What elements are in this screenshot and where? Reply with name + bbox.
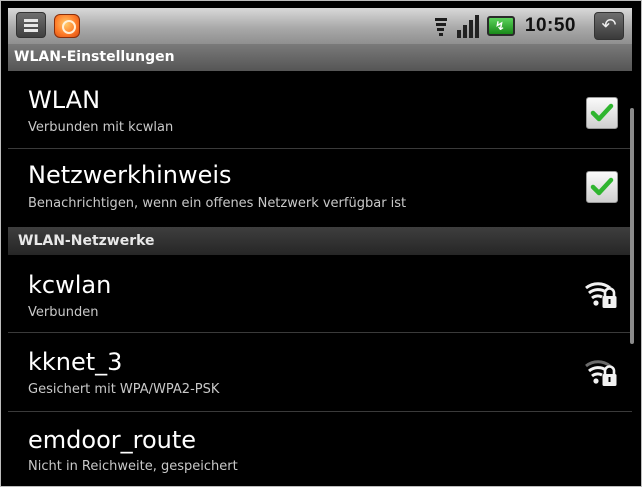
networks-section-header: WLAN-Netzwerke [8, 227, 632, 255]
setting-wlan[interactable]: WLAN Verbunden mit kcwlan [8, 74, 632, 148]
menu-icon[interactable] [16, 12, 46, 38]
status-bar: ↯ 10:50 ↶ [8, 8, 632, 44]
app-icon[interactable] [54, 14, 80, 38]
network-name: kknet_3 [28, 348, 123, 376]
clock: 10:50 [524, 15, 576, 36]
wifi-signal-icon [433, 15, 449, 37]
back-icon[interactable]: ↶ [594, 12, 624, 40]
setting-title: WLAN [28, 86, 101, 114]
network-status: Verbunden [28, 305, 99, 320]
cell-signal-icon [455, 14, 481, 38]
status-icons: ↯ 10:50 ↶ [433, 11, 624, 41]
wifi-lock-icon [585, 360, 617, 386]
network-item[interactable]: kcwlan Verbunden [8, 255, 632, 332]
network-notification-checkbox[interactable] [586, 171, 618, 203]
check-icon [590, 103, 614, 122]
wifi-lock-icon [585, 282, 617, 308]
setting-title: Netzwerkhinweis [28, 161, 232, 189]
network-status: Gesichert mit WPA/WPA2-PSK [28, 382, 220, 397]
page-title: WLAN-Einstellungen [8, 44, 632, 71]
network-name: emdoor_route [28, 426, 197, 454]
network-item[interactable]: kknet_3 Gesichert mit WPA/WPA2-PSK [8, 333, 632, 411]
battery-charging-icon: ↯ [486, 16, 515, 36]
network-status: Nicht in Reichweite, gespeichert [28, 459, 238, 474]
setting-summary: Benachrichtigen, wenn ein offenes Netzwe… [28, 196, 407, 211]
scrollbar[interactable] [630, 108, 634, 344]
check-icon [590, 177, 614, 196]
network-item[interactable]: emdoor_route Nicht in Reichweite, gespei… [8, 412, 632, 482]
network-name: kcwlan [28, 271, 112, 299]
setting-summary: Verbunden mit kcwlan [28, 120, 174, 135]
wlan-checkbox[interactable] [586, 97, 618, 129]
setting-network-notification[interactable]: Netzwerkhinweis Benachrichtigen, wenn ei… [8, 149, 632, 227]
